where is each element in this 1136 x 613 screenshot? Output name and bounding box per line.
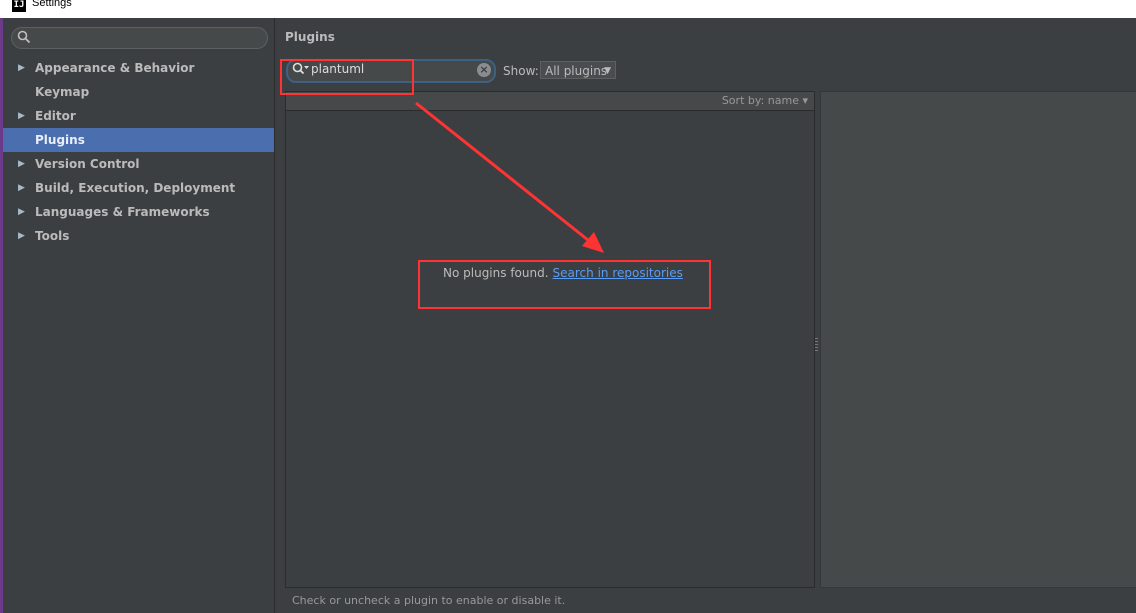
annotation-arrow — [415, 101, 604, 253]
